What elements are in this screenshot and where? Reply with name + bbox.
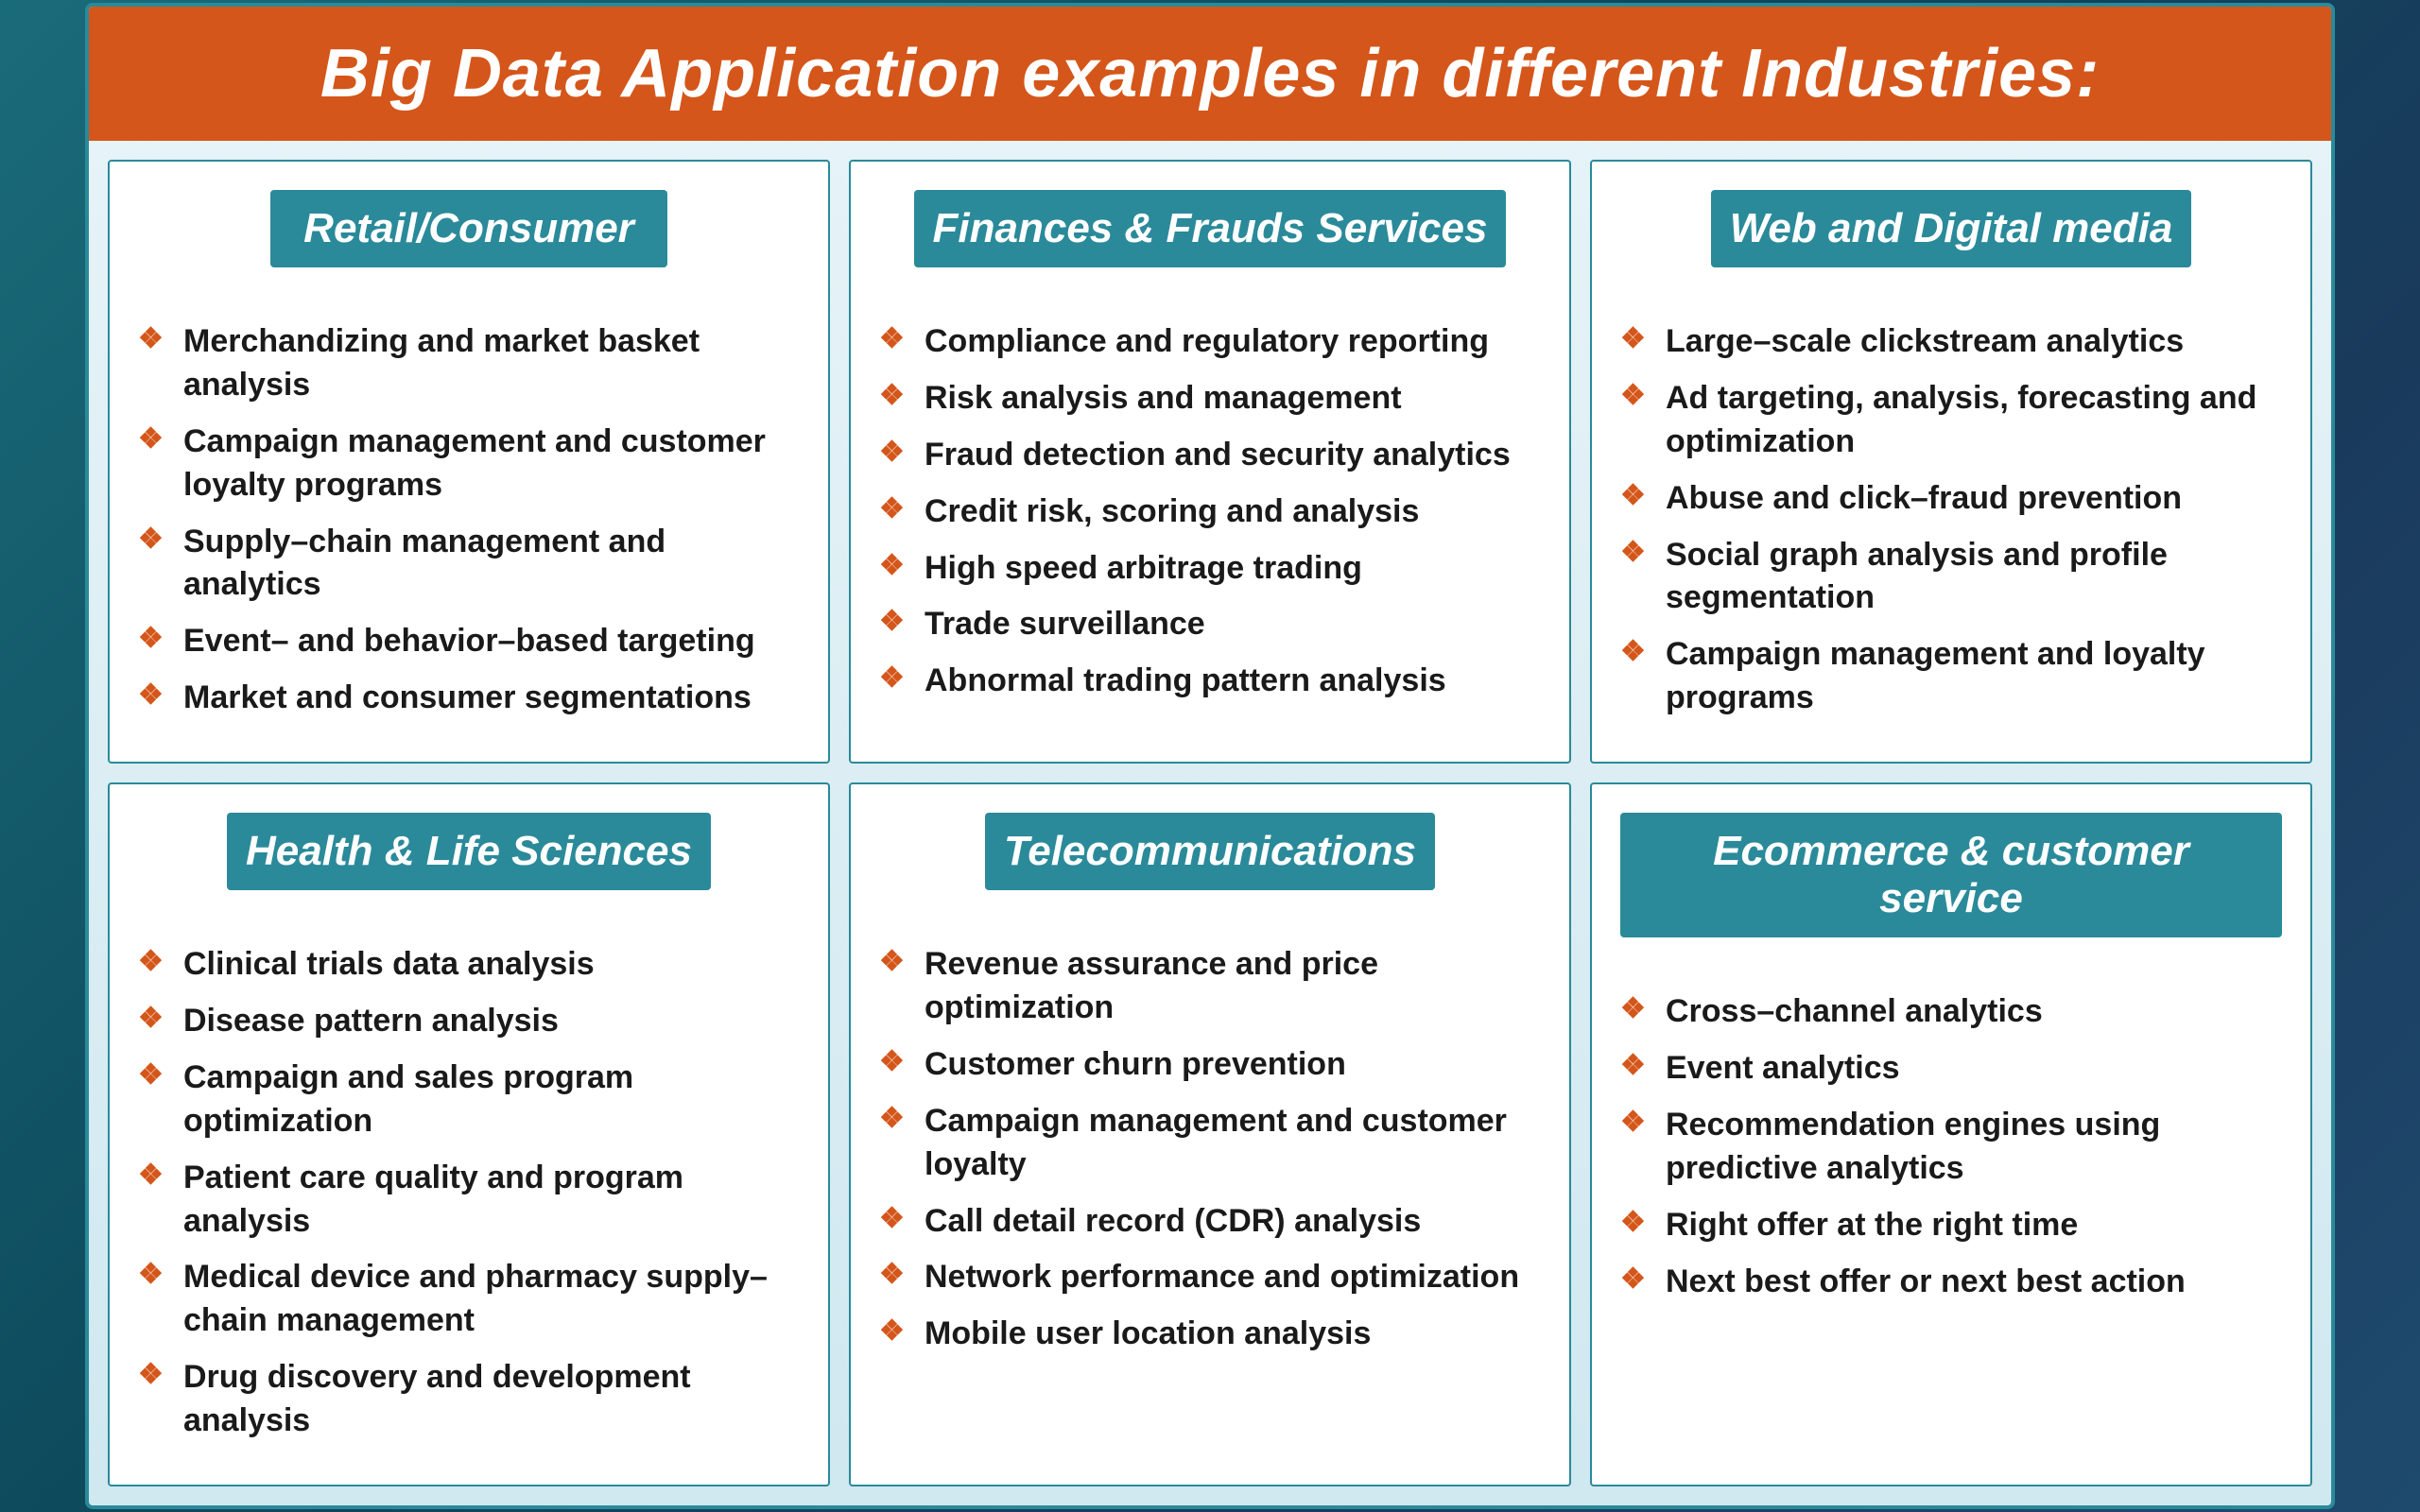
list-item: Clinical trials data analysis: [138, 943, 800, 987]
cell-header-wrapper-web: Web and Digital media: [1620, 190, 2282, 294]
list-item: Mobile user location analysis: [879, 1313, 1541, 1356]
list-item: Ad targeting, analysis, forecasting and …: [1620, 377, 2282, 464]
list-item: High speed arbitrage trading: [879, 547, 1541, 591]
list-item: Patient care quality and program analysi…: [138, 1157, 800, 1244]
list-item: Next best offer or next best action: [1620, 1261, 2282, 1304]
main-container: Big Data Application examples in differe…: [85, 3, 2335, 1509]
list-item: Campaign management and customer loyalty…: [138, 421, 800, 507]
list-item: Risk analysis and management: [879, 377, 1541, 421]
list-item: Fraud detection and security analytics: [879, 434, 1541, 477]
list-item: Supply–chain management and analytics: [138, 521, 800, 608]
cell-web: Web and Digital media Large–scale clickst…: [1590, 160, 2312, 764]
cell-header-wrapper-ecommerce: Ecommerce & customer service: [1620, 813, 2282, 964]
cell-header-wrapper-telecom: Telecommunications: [879, 813, 1541, 917]
cell-list-web: Large–scale clickstream analytics Ad targ…: [1620, 320, 2282, 720]
list-item: Network performance and optimization: [879, 1256, 1541, 1299]
list-item: Abnormal trading pattern analysis: [879, 660, 1541, 703]
list-item: Call detail record (CDR) analysis: [879, 1200, 1541, 1244]
list-item: Campaign and sales program optimization: [138, 1057, 800, 1143]
cell-list-ecommerce: Cross–channel analytics Event analytics Re…: [1620, 990, 2282, 1303]
list-item: Campaign management and customer loyalty: [879, 1100, 1541, 1187]
list-item: Market and consumer segmentations: [138, 677, 800, 720]
list-item: Compliance and regulatory reporting: [879, 320, 1541, 364]
list-item: Medical device and pharmacy supply–chain…: [138, 1256, 800, 1343]
list-item: Event analytics: [1620, 1047, 2282, 1091]
list-item: Customer churn prevention: [879, 1043, 1541, 1087]
list-item: Social graph analysis and profile segmen…: [1620, 534, 2282, 621]
list-item: Trade surveillance: [879, 603, 1541, 646]
page-title: Big Data Application examples in differe…: [127, 35, 2293, 112]
cell-finances: Finances & Frauds Services Compliance and…: [849, 160, 1571, 764]
cell-header-web: Web and Digital media: [1711, 190, 2192, 267]
cell-header-finances: Finances & Frauds Services: [914, 190, 1507, 267]
cell-telecom: Telecommunications Revenue assurance and …: [849, 782, 1571, 1486]
list-item: Event– and behavior–based targeting: [138, 620, 800, 663]
title-bar: Big Data Application examples in differe…: [89, 7, 2331, 141]
cell-health: Health & Life Sciences Clinical trials da…: [108, 782, 830, 1486]
list-item: Campaign management and loyalty programs: [1620, 633, 2282, 720]
cell-header-wrapper-finances: Finances & Frauds Services: [879, 190, 1541, 294]
cell-header-retail: Retail/Consumer: [270, 190, 667, 267]
list-item: Right offer at the right time: [1620, 1204, 2282, 1247]
list-item: Revenue assurance and price optimization: [879, 943, 1541, 1030]
list-item: Merchandizing and market basket analysis: [138, 320, 800, 407]
cell-ecommerce: Ecommerce & customer service Cross–channe…: [1590, 782, 2312, 1486]
list-item: Credit risk, scoring and analysis: [879, 490, 1541, 534]
list-item: Drug discovery and development analysis: [138, 1356, 800, 1443]
list-item: Abuse and click–fraud prevention: [1620, 477, 2282, 521]
cell-header-ecommerce: Ecommerce & customer service: [1620, 813, 2282, 937]
grid-container: Retail/Consumer Merchandizing and market …: [89, 141, 2331, 1505]
cell-list-finances: Compliance and regulatory reporting Risk …: [879, 320, 1541, 703]
list-item: Recommendation engines using predictive …: [1620, 1104, 2282, 1191]
list-item: Large–scale clickstream analytics: [1620, 320, 2282, 364]
cell-header-telecom: Telecommunications: [985, 813, 1435, 890]
cell-list-telecom: Revenue assurance and price optimization…: [879, 943, 1541, 1356]
cell-retail: Retail/Consumer Merchandizing and market …: [108, 160, 830, 764]
cell-header-wrapper-retail: Retail/Consumer: [138, 190, 800, 294]
cell-list-health: Clinical trials data analysis Disease pat…: [138, 943, 800, 1443]
list-item: Cross–channel analytics: [1620, 990, 2282, 1034]
cell-list-retail: Merchandizing and market basket analysis…: [138, 320, 800, 720]
cell-header-wrapper-health: Health & Life Sciences: [138, 813, 800, 917]
list-item: Disease pattern analysis: [138, 1000, 800, 1043]
cell-header-health: Health & Life Sciences: [227, 813, 711, 890]
